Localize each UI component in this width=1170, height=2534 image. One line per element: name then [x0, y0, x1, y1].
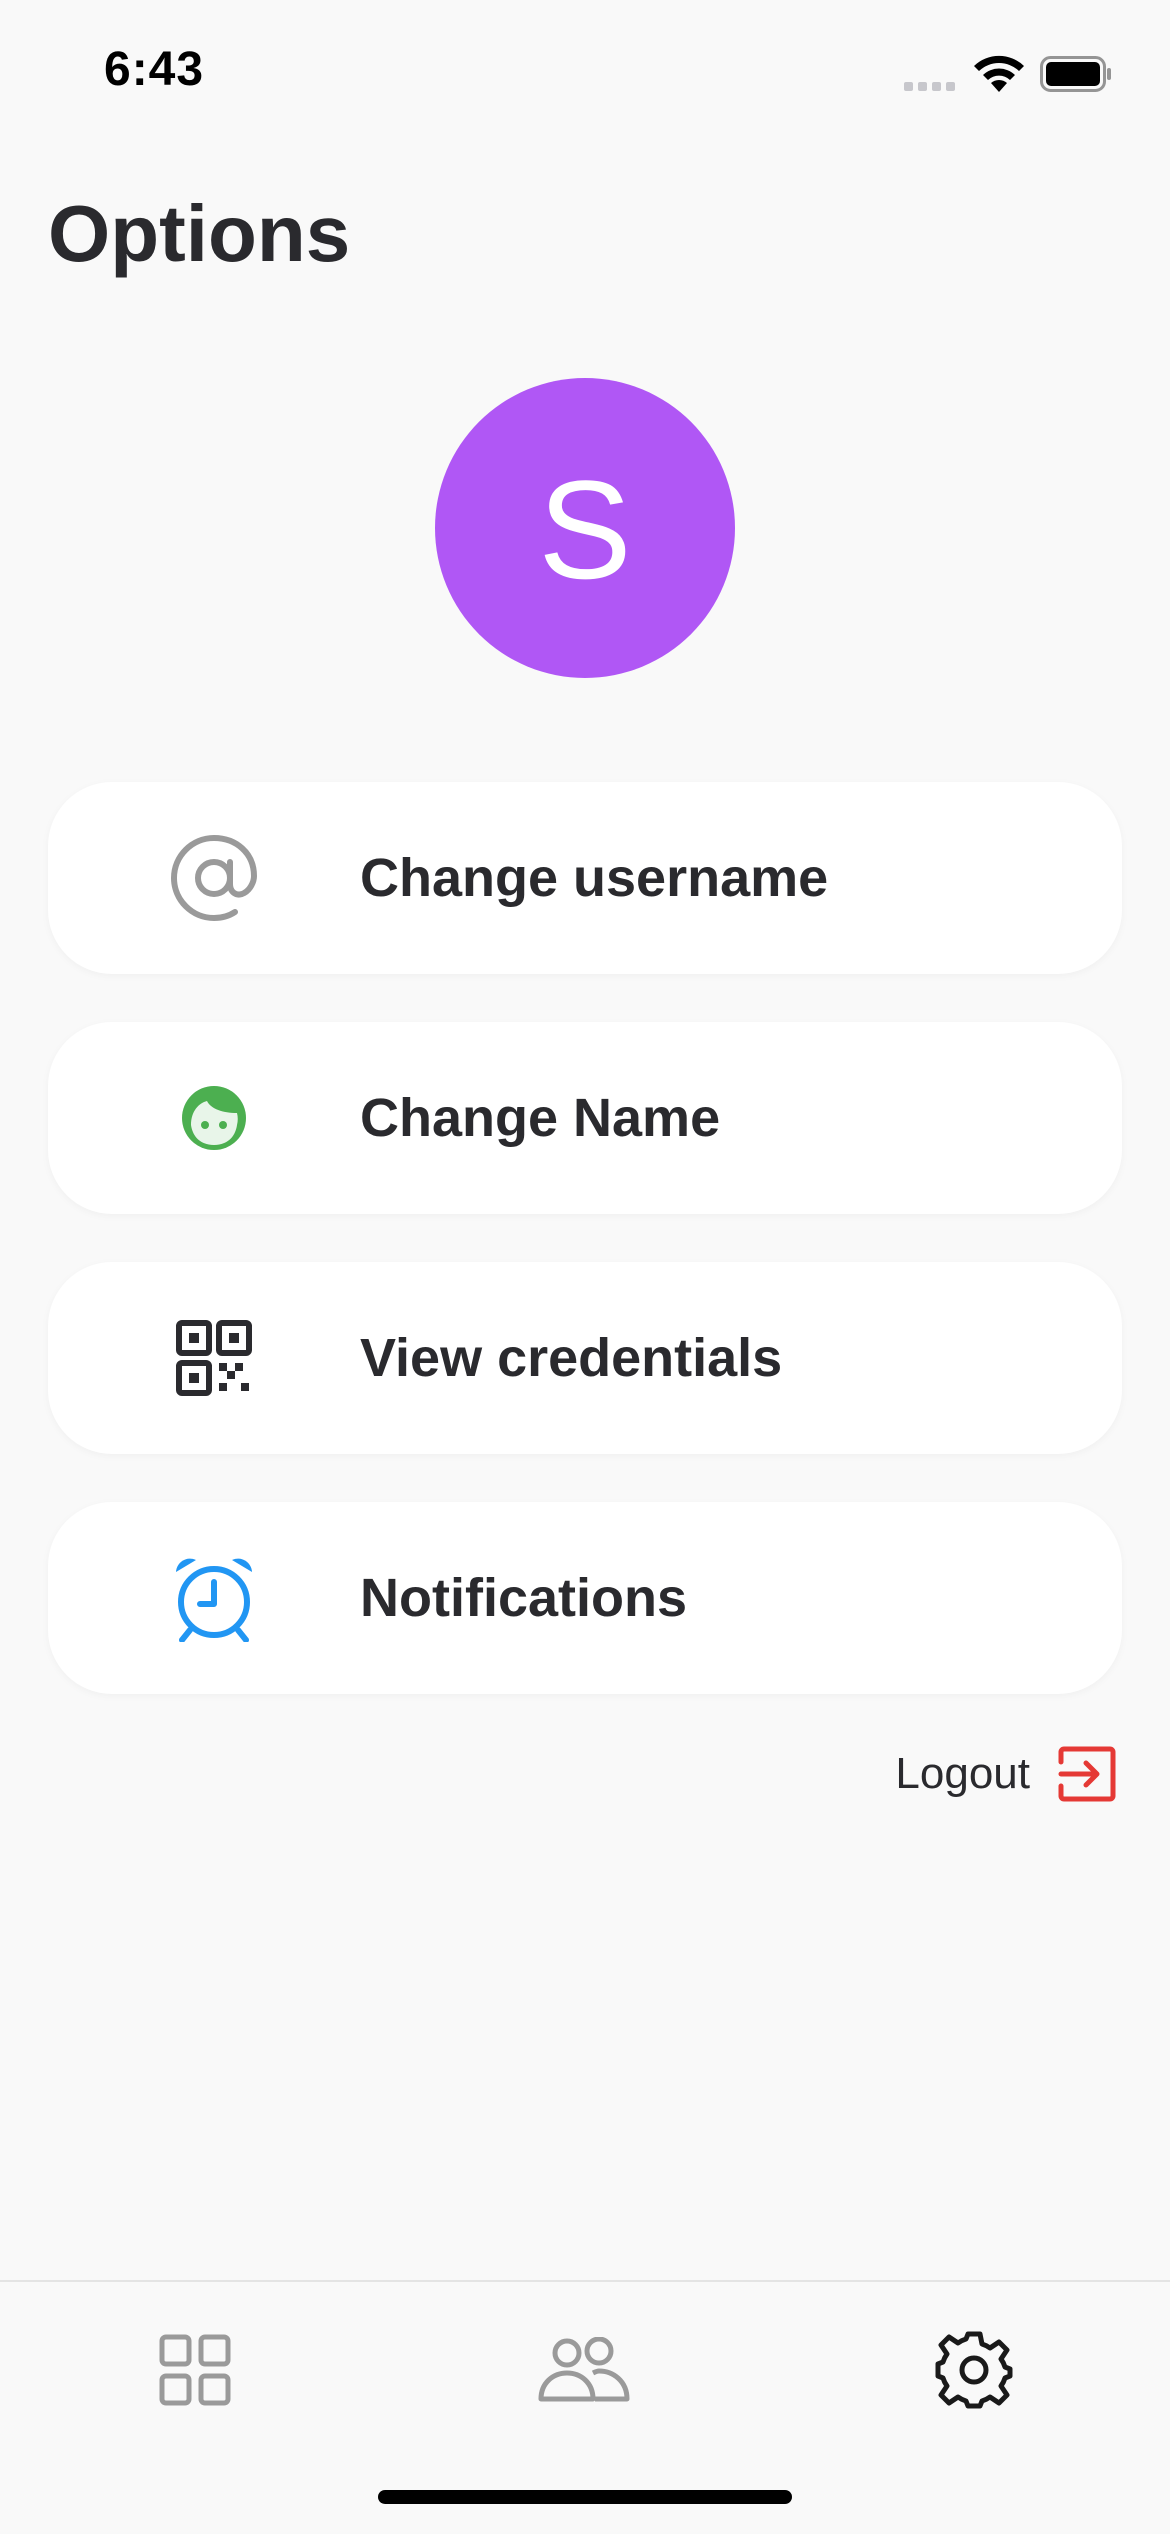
home-indicator: [378, 2490, 792, 2504]
face-icon: [168, 1072, 260, 1164]
logout-icon: [1058, 1746, 1116, 1802]
cellular-signal-icon: [904, 82, 960, 92]
page-title: Options: [48, 189, 351, 278]
avatar[interactable]: S: [435, 378, 735, 678]
option-label: Change username: [360, 848, 829, 908]
notifications-button[interactable]: Notifications: [48, 1502, 1122, 1694]
status-time: 6:43: [104, 43, 205, 96]
options-list: Change username Change Name View credent…: [48, 782, 1122, 1742]
alarm-clock-icon: [168, 1552, 260, 1644]
tab-dashboard[interactable]: [135, 2322, 255, 2418]
status-bar: 6:43: [0, 0, 1170, 150]
gear-icon: [935, 2331, 1013, 2409]
change-name-button[interactable]: Change Name: [48, 1022, 1122, 1214]
option-label: Change Name: [360, 1088, 721, 1148]
tab-people[interactable]: [524, 2322, 644, 2418]
view-credentials-button[interactable]: View credentials: [48, 1262, 1122, 1454]
avatar-initial: S: [538, 451, 632, 608]
logout-label: Logout: [895, 1749, 1030, 1798]
wifi-icon: [974, 55, 1024, 92]
qr-code-icon: [168, 1312, 260, 1404]
option-label: View credentials: [360, 1328, 783, 1388]
option-label: Notifications: [360, 1568, 688, 1628]
grid-icon: [159, 2334, 231, 2406]
at-sign-icon: [168, 832, 260, 924]
logout-button[interactable]: Logout: [895, 1746, 1116, 1802]
change-username-button[interactable]: Change username: [48, 782, 1122, 974]
people-icon: [538, 2337, 630, 2402]
battery-icon: [1040, 56, 1111, 92]
tab-settings[interactable]: [914, 2322, 1034, 2418]
